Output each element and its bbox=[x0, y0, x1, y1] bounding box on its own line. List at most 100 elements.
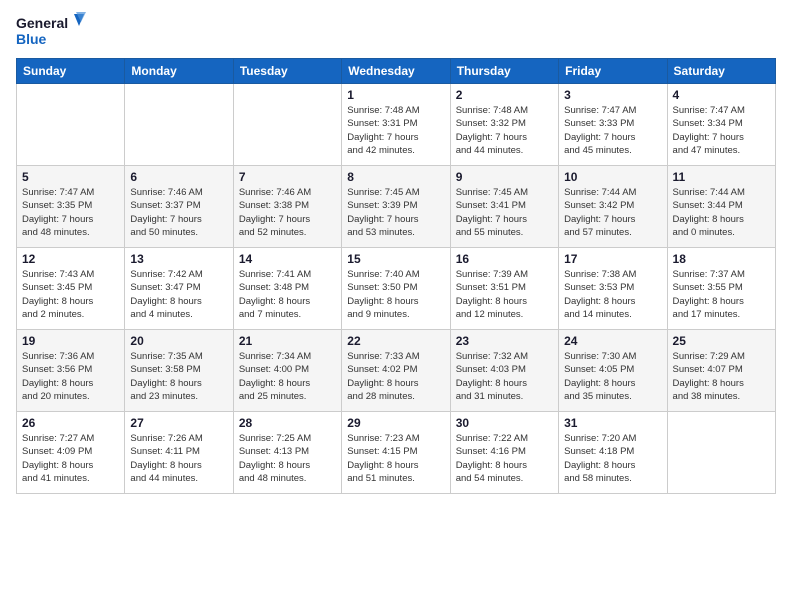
day-number: 15 bbox=[347, 252, 444, 266]
logo: General Blue bbox=[16, 12, 86, 50]
calendar-cell: 13 Sunrise: 7:42 AM Sunset: 3:47 PM Dayli… bbox=[125, 248, 233, 330]
calendar-cell: 11 Sunrise: 7:44 AM Sunset: 3:44 PM Dayli… bbox=[667, 166, 775, 248]
calendar-cell: 18 Sunrise: 7:37 AM Sunset: 3:55 PM Dayli… bbox=[667, 248, 775, 330]
day-number: 11 bbox=[673, 170, 770, 184]
day-info: Sunrise: 7:22 AM Sunset: 4:16 PM Dayligh… bbox=[456, 432, 553, 485]
week-row-2: 5Sunrise: 7:47 AM Sunset: 3:35 PM Daylig… bbox=[17, 166, 776, 248]
day-info: Sunrise: 7:44 AM Sunset: 3:44 PM Dayligh… bbox=[673, 186, 770, 239]
calendar: SundayMondayTuesdayWednesdayThursdayFrid… bbox=[16, 58, 776, 494]
day-info: Sunrise: 7:35 AM Sunset: 3:58 PM Dayligh… bbox=[130, 350, 227, 403]
calendar-cell: 8 Sunrise: 7:45 AM Sunset: 3:39 PM Daylig… bbox=[342, 166, 450, 248]
day-info: Sunrise: 7:27 AM Sunset: 4:09 PM Dayligh… bbox=[22, 432, 119, 485]
day-info: Sunrise: 7:32 AM Sunset: 4:03 PM Dayligh… bbox=[456, 350, 553, 403]
calendar-cell: 26 Sunrise: 7:27 AM Sunset: 4:09 PM Dayli… bbox=[17, 412, 125, 494]
day-info: Sunrise: 7:34 AM Sunset: 4:00 PM Dayligh… bbox=[239, 350, 336, 403]
weekday-header-monday: Monday bbox=[125, 59, 233, 84]
week-row-4: 19 Sunrise: 7:36 AM Sunset: 3:56 PM Dayli… bbox=[17, 330, 776, 412]
calendar-cell: 6 Sunrise: 7:46 AM Sunset: 3:37 PM Daylig… bbox=[125, 166, 233, 248]
calendar-cell: 19 Sunrise: 7:36 AM Sunset: 3:56 PM Dayli… bbox=[17, 330, 125, 412]
day-info: Sunrise: 7:41 AM Sunset: 3:48 PM Dayligh… bbox=[239, 268, 336, 321]
calendar-cell: 4Sunrise: 7:47 AM Sunset: 3:34 PM Daylig… bbox=[667, 84, 775, 166]
day-info: Sunrise: 7:36 AM Sunset: 3:56 PM Dayligh… bbox=[22, 350, 119, 403]
calendar-cell: 28Sunrise: 7:25 AM Sunset: 4:13 PM Dayli… bbox=[233, 412, 341, 494]
calendar-cell: 23 Sunrise: 7:32 AM Sunset: 4:03 PM Dayli… bbox=[450, 330, 558, 412]
day-info: Sunrise: 7:47 AM Sunset: 3:33 PM Dayligh… bbox=[564, 104, 661, 157]
day-number: 1 bbox=[347, 88, 444, 102]
calendar-cell: 3Sunrise: 7:47 AM Sunset: 3:33 PM Daylig… bbox=[559, 84, 667, 166]
calendar-cell: 2 Sunrise: 7:48 AM Sunset: 3:32 PM Daylig… bbox=[450, 84, 558, 166]
day-info: Sunrise: 7:37 AM Sunset: 3:55 PM Dayligh… bbox=[673, 268, 770, 321]
calendar-cell: 7 Sunrise: 7:46 AM Sunset: 3:38 PM Daylig… bbox=[233, 166, 341, 248]
weekday-header-thursday: Thursday bbox=[450, 59, 558, 84]
day-number: 7 bbox=[239, 170, 336, 184]
calendar-cell: 14 Sunrise: 7:41 AM Sunset: 3:48 PM Dayli… bbox=[233, 248, 341, 330]
calendar-cell bbox=[125, 84, 233, 166]
day-info: Sunrise: 7:47 AM Sunset: 3:35 PM Dayligh… bbox=[22, 186, 119, 239]
calendar-cell: 25 Sunrise: 7:29 AM Sunset: 4:07 PM Dayli… bbox=[667, 330, 775, 412]
calendar-cell: 12 Sunrise: 7:43 AM Sunset: 3:45 PM Dayli… bbox=[17, 248, 125, 330]
day-number: 17 bbox=[564, 252, 661, 266]
weekday-header-saturday: Saturday bbox=[667, 59, 775, 84]
day-number: 19 bbox=[22, 334, 119, 348]
day-info: Sunrise: 7:45 AM Sunset: 3:39 PM Dayligh… bbox=[347, 186, 444, 239]
calendar-cell: 24 Sunrise: 7:30 AM Sunset: 4:05 PM Dayli… bbox=[559, 330, 667, 412]
header: General Blue bbox=[16, 12, 776, 50]
calendar-cell bbox=[233, 84, 341, 166]
svg-text:General: General bbox=[16, 15, 68, 31]
calendar-cell: 10Sunrise: 7:44 AM Sunset: 3:42 PM Dayli… bbox=[559, 166, 667, 248]
calendar-cell bbox=[667, 412, 775, 494]
day-number: 27 bbox=[130, 416, 227, 430]
day-number: 12 bbox=[22, 252, 119, 266]
day-number: 8 bbox=[347, 170, 444, 184]
day-info: Sunrise: 7:30 AM Sunset: 4:05 PM Dayligh… bbox=[564, 350, 661, 403]
calendar-cell: 9Sunrise: 7:45 AM Sunset: 3:41 PM Daylig… bbox=[450, 166, 558, 248]
day-info: Sunrise: 7:44 AM Sunset: 3:42 PM Dayligh… bbox=[564, 186, 661, 239]
svg-text:Blue: Blue bbox=[16, 31, 47, 47]
day-info: Sunrise: 7:38 AM Sunset: 3:53 PM Dayligh… bbox=[564, 268, 661, 321]
day-number: 9 bbox=[456, 170, 553, 184]
day-number: 25 bbox=[673, 334, 770, 348]
day-info: Sunrise: 7:33 AM Sunset: 4:02 PM Dayligh… bbox=[347, 350, 444, 403]
calendar-cell: 15 Sunrise: 7:40 AM Sunset: 3:50 PM Dayli… bbox=[342, 248, 450, 330]
day-info: Sunrise: 7:26 AM Sunset: 4:11 PM Dayligh… bbox=[130, 432, 227, 485]
day-number: 28 bbox=[239, 416, 336, 430]
day-info: Sunrise: 7:42 AM Sunset: 3:47 PM Dayligh… bbox=[130, 268, 227, 321]
day-number: 23 bbox=[456, 334, 553, 348]
calendar-cell: 5Sunrise: 7:47 AM Sunset: 3:35 PM Daylig… bbox=[17, 166, 125, 248]
day-info: Sunrise: 7:43 AM Sunset: 3:45 PM Dayligh… bbox=[22, 268, 119, 321]
day-number: 21 bbox=[239, 334, 336, 348]
day-info: Sunrise: 7:46 AM Sunset: 3:38 PM Dayligh… bbox=[239, 186, 336, 239]
day-number: 14 bbox=[239, 252, 336, 266]
calendar-cell: 20 Sunrise: 7:35 AM Sunset: 3:58 PM Dayli… bbox=[125, 330, 233, 412]
logo-svg: General Blue bbox=[16, 12, 86, 50]
calendar-cell: 1Sunrise: 7:48 AM Sunset: 3:31 PM Daylig… bbox=[342, 84, 450, 166]
day-number: 24 bbox=[564, 334, 661, 348]
day-number: 4 bbox=[673, 88, 770, 102]
week-row-5: 26 Sunrise: 7:27 AM Sunset: 4:09 PM Dayli… bbox=[17, 412, 776, 494]
day-info: Sunrise: 7:29 AM Sunset: 4:07 PM Dayligh… bbox=[673, 350, 770, 403]
calendar-cell: 31 Sunrise: 7:20 AM Sunset: 4:18 PM Dayli… bbox=[559, 412, 667, 494]
day-info: Sunrise: 7:39 AM Sunset: 3:51 PM Dayligh… bbox=[456, 268, 553, 321]
day-number: 31 bbox=[564, 416, 661, 430]
calendar-cell: 22 Sunrise: 7:33 AM Sunset: 4:02 PM Dayli… bbox=[342, 330, 450, 412]
calendar-cell: 16 Sunrise: 7:39 AM Sunset: 3:51 PM Dayli… bbox=[450, 248, 558, 330]
calendar-cell: 21 Sunrise: 7:34 AM Sunset: 4:00 PM Dayli… bbox=[233, 330, 341, 412]
day-number: 18 bbox=[673, 252, 770, 266]
day-info: Sunrise: 7:48 AM Sunset: 3:32 PM Dayligh… bbox=[456, 104, 553, 157]
calendar-cell: 29Sunrise: 7:23 AM Sunset: 4:15 PM Dayli… bbox=[342, 412, 450, 494]
day-info: Sunrise: 7:20 AM Sunset: 4:18 PM Dayligh… bbox=[564, 432, 661, 485]
day-info: Sunrise: 7:40 AM Sunset: 3:50 PM Dayligh… bbox=[347, 268, 444, 321]
weekday-header-sunday: Sunday bbox=[17, 59, 125, 84]
day-number: 20 bbox=[130, 334, 227, 348]
day-number: 6 bbox=[130, 170, 227, 184]
calendar-cell: 17 Sunrise: 7:38 AM Sunset: 3:53 PM Dayli… bbox=[559, 248, 667, 330]
calendar-cell bbox=[17, 84, 125, 166]
day-number: 22 bbox=[347, 334, 444, 348]
day-info: Sunrise: 7:46 AM Sunset: 3:37 PM Dayligh… bbox=[130, 186, 227, 239]
day-number: 16 bbox=[456, 252, 553, 266]
day-number: 26 bbox=[22, 416, 119, 430]
calendar-cell: 30Sunrise: 7:22 AM Sunset: 4:16 PM Dayli… bbox=[450, 412, 558, 494]
day-number: 13 bbox=[130, 252, 227, 266]
weekday-header-friday: Friday bbox=[559, 59, 667, 84]
day-number: 2 bbox=[456, 88, 553, 102]
